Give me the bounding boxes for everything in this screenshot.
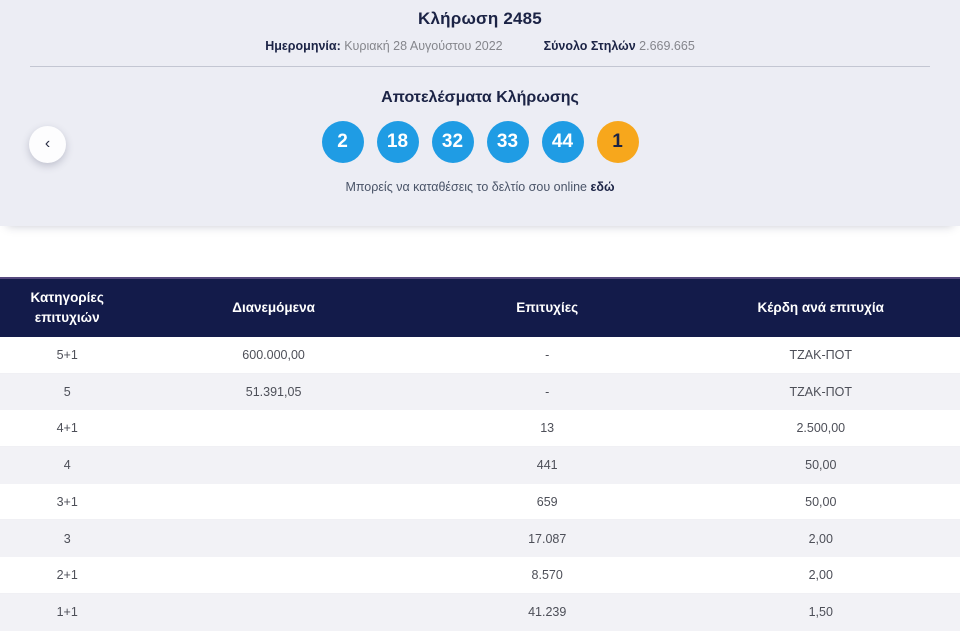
- table-row: 2+1 8.570 2,00: [0, 557, 960, 594]
- results-heading: Αποτελέσματα Κλήρωσης: [381, 89, 579, 106]
- number-ball: 44: [541, 121, 584, 163]
- number-ball: 1: [596, 121, 639, 163]
- number-ball: 33: [486, 121, 529, 163]
- table-body: 5+1 600.000,00 - ΤΖΑΚ-ΠΟΤ 5 51.391,05 - …: [0, 337, 960, 631]
- column-header: Επιτυχίες: [516, 300, 579, 316]
- cell-distributed: 600.000,00: [242, 347, 305, 362]
- chevron-left-icon: ‹: [44, 134, 51, 152]
- table-row: 5 51.391,05 - ΤΖΑΚ-ΠΟΤ: [0, 373, 960, 411]
- table-row: 3+1 659 50,00: [0, 483, 960, 521]
- draw-summary-section: ‹ Κλήρωση 2485 Ημερομηνία: Κυριακή 28 Αυ…: [0, 0, 960, 226]
- table-row: 4+1 13 2.500,00: [0, 410, 960, 448]
- deposit-line: Μπορείς να καταθέσεις το δελτίο σου onli…: [0, 180, 960, 194]
- cell-category: 5: [63, 385, 71, 400]
- table-row: 3 17.087 2,00: [0, 520, 960, 558]
- cell-category: 2+1: [56, 567, 78, 582]
- date-value: Κυριακή 28 Αυγούστου 2022: [344, 39, 503, 53]
- cell-payout: 1,50: [808, 605, 833, 620]
- table-header-row: Κατηγορίες επιτυχιών Διανεμόμενα Επιτυχί…: [0, 277, 960, 337]
- cell-payout: ΤΖΑΚ-ΠΟΤ: [789, 347, 853, 362]
- total-columns-label: Σύνολο Στηλών: [543, 39, 636, 53]
- winning-numbers: 2 18 32 33 44 1: [0, 121, 960, 163]
- cell-winners: -: [545, 385, 550, 400]
- section-divider: [30, 66, 930, 67]
- cell-category: 1+1: [56, 605, 78, 620]
- cell-category: 5+1: [56, 347, 78, 362]
- cell-payout: 2.500,00: [796, 421, 846, 436]
- cell-distributed: 51.391,05: [245, 385, 302, 400]
- previous-draw-button[interactable]: ‹: [29, 126, 66, 163]
- cell-winners: 17.087: [528, 531, 567, 546]
- cell-category: 4: [63, 458, 71, 473]
- table-row: 4 441 50,00: [0, 447, 960, 484]
- cell-payout: ΤΖΑΚ-ΠΟΤ: [789, 385, 853, 400]
- prize-categories-table: Κατηγορίες επιτυχιών Διανεμόμενα Επιτυχί…: [0, 277, 960, 631]
- number-ball: 32: [431, 121, 474, 163]
- cell-payout: 50,00: [805, 458, 837, 473]
- deposit-text: Μπορείς να καταθέσεις το δελτίο σου onli…: [345, 180, 587, 194]
- cell-winners: -: [545, 347, 550, 362]
- column-header: Κατηγορίες επιτυχιών: [30, 290, 104, 325]
- cell-winners: 13: [540, 421, 555, 436]
- total-columns-value: 2.669.665: [639, 39, 695, 53]
- cell-winners: 659: [536, 494, 558, 509]
- date-label: Ημερομηνία:: [265, 39, 341, 53]
- number-ball: 2: [321, 121, 364, 163]
- cell-payout: 50,00: [805, 494, 837, 509]
- cell-category: 3+1: [56, 494, 78, 509]
- number-ball: 18: [376, 121, 419, 163]
- joker-draw-results-page: ‹ Κλήρωση 2485 Ημερομηνία: Κυριακή 28 Αυ…: [0, 0, 960, 631]
- cell-payout: 2,00: [808, 531, 833, 546]
- cell-winners: 41.239: [528, 605, 567, 620]
- draw-title: Κλήρωση 2485: [418, 9, 542, 28]
- cell-winners: 8.570: [531, 567, 563, 582]
- cell-payout: 2,00: [808, 567, 833, 582]
- table-row: 5+1 600.000,00 - ΤΖΑΚ-ΠΟΤ: [0, 337, 960, 374]
- cell-category: 3: [63, 531, 71, 546]
- draw-meta: Ημερομηνία: Κυριακή 28 Αυγούστου 2022 Σύ…: [0, 39, 960, 53]
- column-header: Κέρδη ανά επιτυχία: [757, 300, 884, 316]
- cell-winners: 441: [536, 458, 558, 473]
- cell-category: 4+1: [56, 421, 78, 436]
- column-header: Διανεμόμενα: [232, 300, 315, 316]
- table-row: 1+1 41.239 1,50: [0, 593, 960, 631]
- deposit-online-link[interactable]: εδώ: [590, 180, 614, 194]
